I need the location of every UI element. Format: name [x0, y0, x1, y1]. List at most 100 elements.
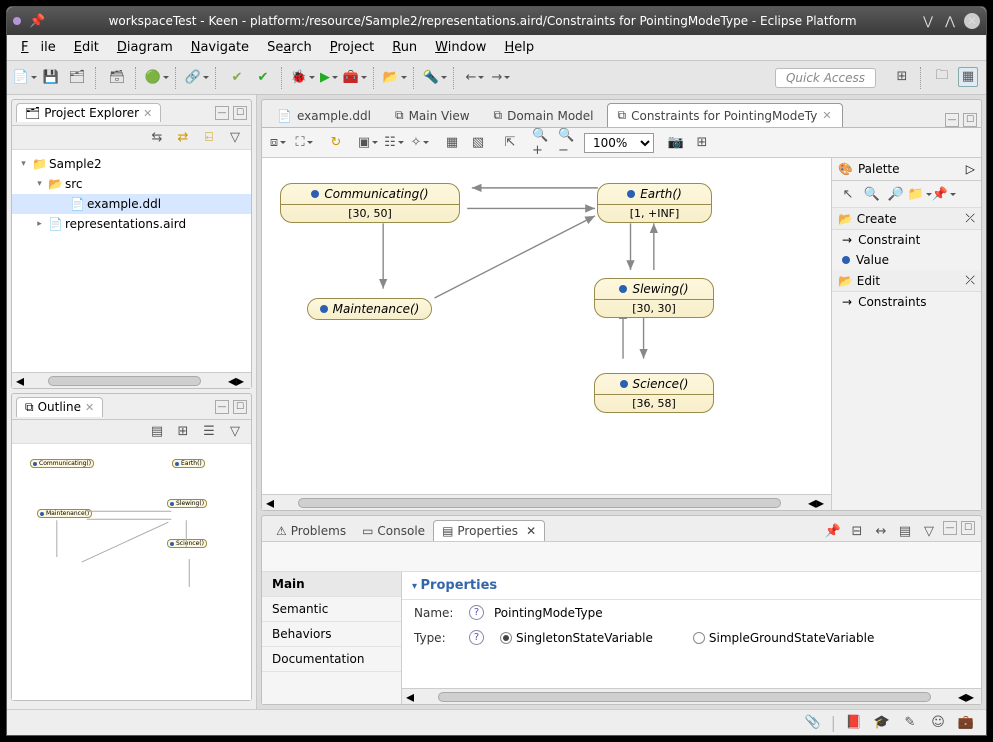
close-icon[interactable]: ✕	[85, 401, 94, 414]
palette-section-create[interactable]: 📂 Create⤫	[832, 208, 981, 230]
connect-button[interactable]: 🔗	[187, 68, 207, 88]
props-nav-documentation[interactable]: Documentation	[262, 647, 401, 672]
props-nav-behaviors[interactable]: Behaviors	[262, 622, 401, 647]
node-earth[interactable]: Earth() [1, +INF]	[597, 183, 712, 223]
pin-button[interactable]: ✧	[410, 133, 430, 153]
outline-mode3-button[interactable]: ☰	[199, 422, 219, 442]
forward-button[interactable]: →	[491, 68, 511, 88]
run-button[interactable]: ▶	[319, 68, 339, 88]
props-scrollbar-x[interactable]: ◂◂▸	[402, 688, 981, 704]
layers-filter-button[interactable]: ▣	[358, 133, 378, 153]
palette-item-constraints[interactable]: →Constraints	[832, 292, 981, 312]
menu-edit[interactable]: Edit	[68, 38, 105, 57]
zoom-out-tool[interactable]: 🔎	[886, 184, 906, 204]
nav-props-button[interactable]: ↔	[871, 521, 891, 541]
canvas-scrollbar-x[interactable]: ◂◂▸	[262, 494, 831, 510]
project-tree[interactable]: ▾📁Sample2 ▾📂src 📄example.ddl ▸📄represent…	[12, 150, 251, 372]
pin-props-button[interactable]: 📌	[823, 521, 843, 541]
run-config-button[interactable]: 🧰	[345, 68, 365, 88]
node-communicating[interactable]: Communicating() [30, 50]	[280, 183, 460, 223]
status-grad-icon[interactable]: 🎓	[872, 713, 892, 733]
save-button[interactable]: 💾	[41, 68, 61, 88]
zoom-in-button[interactable]: 🔍+	[532, 133, 552, 153]
close-icon[interactable]: ✕	[526, 524, 536, 538]
select-tool[interactable]: ↖	[838, 184, 858, 204]
tab-domain-model[interactable]: ⧉Domain Model	[483, 103, 605, 127]
menu-props-button[interactable]: ▤	[895, 521, 915, 541]
minimize-view-button[interactable]: —	[215, 400, 229, 414]
tree-item-example-ddl[interactable]: 📄example.ddl	[12, 194, 251, 214]
validate-button[interactable]: ✔	[227, 68, 247, 88]
hide-button[interactable]: ▦	[442, 133, 462, 153]
menu-file[interactable]: File	[15, 38, 62, 57]
status-edit-icon[interactable]: ✎	[900, 713, 920, 733]
outline-canvas[interactable]: Communicating() Earth() Slewing() Mainte…	[12, 444, 251, 700]
refresh-button[interactable]: 🟢	[147, 68, 167, 88]
status-tip-icon[interactable]: 📎	[803, 713, 823, 733]
filter-focus-button[interactable]: ⍇	[199, 128, 219, 148]
link-editor-button[interactable]: ⇄	[173, 128, 193, 148]
tab-main-view[interactable]: ⧉Main View	[384, 103, 481, 127]
arrange-button[interactable]: ⧈	[268, 133, 288, 153]
refresh-diagram-button[interactable]: ↻	[326, 133, 346, 153]
tree-item-sample2[interactable]: ▾📁Sample2	[12, 154, 251, 174]
radio-singleton[interactable]: SingletonStateVariable	[500, 631, 653, 645]
layers-button[interactable]: 🗃	[107, 68, 127, 88]
quick-access-input[interactable]: Quick Access	[775, 68, 876, 88]
outline-mode2-button[interactable]: ⊞	[173, 422, 193, 442]
props-nav-semantic[interactable]: Semantic	[262, 597, 401, 622]
tree-item-src[interactable]: ▾📂src	[12, 174, 251, 194]
maximize-editor-button[interactable]: ☐	[963, 113, 977, 127]
palette-item-value[interactable]: Value	[832, 250, 981, 270]
maximize-button[interactable]: ⋀	[942, 13, 958, 29]
pin-icon[interactable]: 📌	[29, 14, 45, 29]
snapshot-button[interactable]: 📷	[666, 133, 686, 153]
collapse-all-button[interactable]: ⇆	[147, 128, 167, 148]
palette-header[interactable]: 🎨 Palette ▷	[832, 158, 981, 181]
chevron-right-icon[interactable]: ▷	[966, 162, 975, 176]
validate2-button[interactable]: ✔	[253, 68, 273, 88]
diagram-canvas[interactable]: Communicating() [30, 50] Earth() [1, +IN…	[262, 158, 831, 494]
save-all-button[interactable]: 🗂	[67, 68, 87, 88]
select-button[interactable]: ⛶	[294, 133, 314, 153]
node-science[interactable]: Science() [36, 58]	[594, 373, 714, 413]
minimize-editor-button[interactable]: —	[945, 113, 959, 127]
help-icon[interactable]: ?	[469, 630, 484, 645]
tab-properties[interactable]: ▤Properties✕	[433, 520, 545, 541]
new-button[interactable]: 📄	[15, 68, 35, 88]
outline-menu-button[interactable]: ▽	[225, 422, 245, 442]
maximize-view-button[interactable]: ☐	[233, 400, 247, 414]
tree-props-button[interactable]: ⊟	[847, 521, 867, 541]
minimize-view-button[interactable]: —	[943, 521, 957, 535]
view-menu-button[interactable]: ▽	[225, 128, 245, 148]
zoom-in-tool[interactable]: 🔍	[862, 184, 882, 204]
maximize-view-button[interactable]: ☐	[233, 106, 247, 120]
close-button[interactable]: ✕	[964, 13, 980, 29]
note-tool[interactable]: 📁	[910, 184, 930, 204]
debug-button[interactable]: 🐞	[293, 68, 313, 88]
project-explorer-tab[interactable]: 🗂 Project Explorer ✕	[16, 103, 161, 122]
close-icon[interactable]: ✕	[143, 107, 152, 120]
status-book-icon[interactable]: 📕	[844, 713, 864, 733]
layout-button[interactable]: ⊞	[692, 133, 712, 153]
open-perspective-button[interactable]: ⊞	[892, 67, 912, 87]
tab-console[interactable]: ▭Console	[354, 521, 433, 541]
persp-1-button[interactable]: 🗀	[932, 67, 952, 87]
menu-run[interactable]: Run	[386, 38, 423, 57]
close-icon[interactable]: ✕	[822, 109, 831, 122]
status-brief-icon[interactable]: 💼	[956, 713, 976, 733]
node-maintenance[interactable]: Maintenance()	[307, 298, 432, 320]
tree-scrollbar-x[interactable]: ◂◂▸	[12, 372, 251, 388]
menu-navigate[interactable]: Navigate	[185, 38, 255, 57]
minimize-view-button[interactable]: —	[215, 106, 229, 120]
menu-window[interactable]: Window	[429, 38, 492, 57]
tab-example-ddl[interactable]: 📄example.ddl	[266, 104, 382, 127]
zoom-select[interactable]: 100%	[584, 133, 654, 153]
properties-section-title[interactable]: Properties	[402, 572, 981, 600]
export-button[interactable]: ⇱	[500, 133, 520, 153]
filters-button[interactable]: ☷	[384, 133, 404, 153]
menu-help[interactable]: Help	[498, 38, 540, 57]
status-smile-icon[interactable]: ☺	[928, 713, 948, 733]
persp-2-button[interactable]: ▦	[958, 67, 978, 87]
help-icon[interactable]: ?	[469, 605, 484, 620]
